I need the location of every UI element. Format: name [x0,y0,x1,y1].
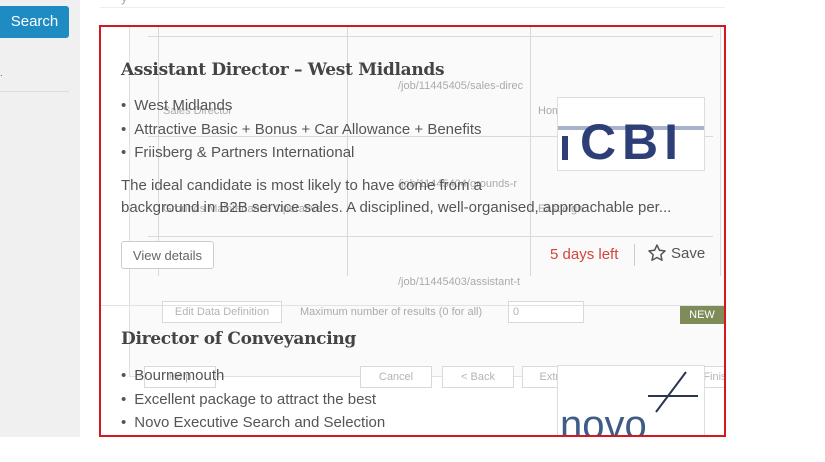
job-listing-highlight: /job/11445405/sales-direc Sales Director… [99,25,726,437]
search-button[interactable]: Search [0,6,69,38]
action-separator [634,244,635,266]
job-salary: Attractive Basic + Bonus + Car Allowance… [121,118,481,142]
sidebar-bullet: . [0,68,3,79]
job-title[interactable]: Assistant Director – West Midlands [121,60,445,80]
wizard-link: /job/11445403/assistant-t [398,276,521,288]
recruiter-logo[interactable]: CBI [557,97,705,171]
view-details-button[interactable]: View details [121,241,214,269]
listing-divider [101,305,724,306]
job-description: The ideal candidate is most likely to ha… [121,175,706,219]
job-description-line: background in B2B service sales. A disci… [121,199,672,216]
wizard-back-button[interactable]: < Back [442,366,514,388]
sidebar-divider [0,91,69,92]
job-location: West Midlands [121,94,482,118]
job-title[interactable]: Director of Conveyancing [121,329,356,349]
previous-listing-edge: y [100,0,725,8]
job-location: Bournemouth [121,364,385,388]
wizard-link: /job/11445405/sales-direc [398,80,524,92]
sidebar: Search . [0,0,80,437]
job-recruiter: Friisberg & Partners International [121,141,482,165]
job-summary-list: West Midlands Attractive Basic + Bonus +… [121,94,482,165]
svg-text:novo: novo [560,403,647,437]
recruiter-logo[interactable]: novo [557,365,705,437]
save-label: Save [671,244,706,262]
save-button[interactable]: Save [647,243,705,263]
job-description-line: The ideal candidate is most likely to ha… [121,177,483,194]
new-badge: NEW [680,306,724,324]
job-salary: Excellent package to attract the best [121,388,385,412]
cbi-logo-icon: CBI [558,114,704,170]
svg-text:CBI: CBI [580,114,684,170]
job-recruiter: Novo Executive Search and Selection [121,411,385,435]
previous-listing-text: y [121,0,128,5]
job-summary-list: Bournemouth Excellent package to attract… [121,364,385,435]
star-icon [648,244,666,261]
max-results-label: Maximum number of results (0 for all) [300,306,483,318]
novo-logo-icon: novo [560,371,698,437]
days-left: 5 days left [550,246,619,263]
